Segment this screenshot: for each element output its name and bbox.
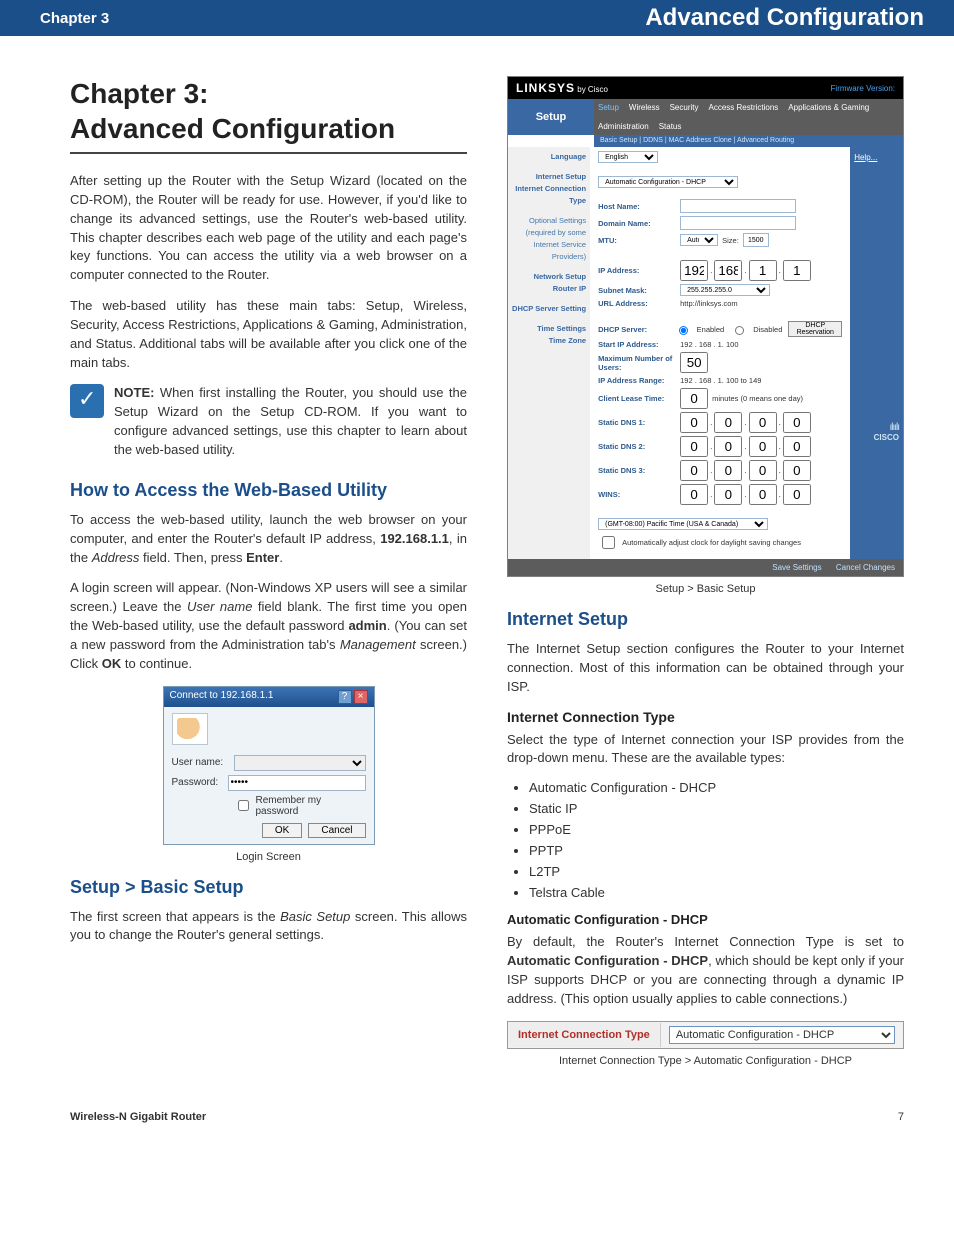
ict-snippet-select[interactable]: Automatic Configuration - DHCP bbox=[669, 1026, 895, 1044]
title-rule bbox=[70, 152, 467, 154]
tab-wireless[interactable]: Wireless bbox=[629, 103, 660, 112]
password-field[interactable] bbox=[228, 775, 366, 791]
help-link[interactable]: Help... bbox=[854, 153, 899, 162]
heading-internet-setup: Internet Setup bbox=[507, 609, 904, 630]
subnet-select[interactable]: 255.255.255.0 bbox=[680, 284, 770, 296]
router-caption: Setup > Basic Setup bbox=[507, 583, 904, 595]
list-item: Telstra Cable bbox=[529, 885, 904, 900]
check-icon bbox=[70, 384, 104, 418]
chapter-label: Chapter 3 bbox=[40, 10, 109, 27]
language-select[interactable]: English bbox=[598, 151, 658, 163]
ip-o2[interactable] bbox=[714, 260, 742, 281]
dhcp-disabled-radio[interactable] bbox=[735, 326, 744, 335]
note-box: NOTE: When first installing the Router, … bbox=[70, 384, 467, 459]
connection-type-list: Automatic Configuration - DHCP Static IP… bbox=[507, 780, 904, 900]
tab-panel-title: Setup bbox=[508, 99, 594, 135]
note-label: NOTE: bbox=[114, 385, 154, 400]
heading-ict: Internet Connection Type bbox=[507, 709, 904, 725]
dst-checkbox[interactable] bbox=[602, 536, 615, 549]
ip-o4[interactable] bbox=[783, 260, 811, 281]
chapter-header: Chapter 3 Advanced Configuration bbox=[0, 0, 954, 36]
heading-auto-dhcp: Automatic Configuration - DHCP bbox=[507, 912, 904, 927]
login-screenshot: Connect to 192.168.1.1 ? × User name: Pa… bbox=[163, 686, 375, 845]
intro-p2: The web-based utility has these main tab… bbox=[70, 297, 467, 372]
intro-p1: After setting up the Router with the Set… bbox=[70, 172, 467, 285]
help-icon[interactable]: ? bbox=[338, 690, 352, 704]
timezone-select[interactable]: (GMT-08:00) Pacific Time (USA & Canada) bbox=[598, 518, 768, 530]
internet-p1: The Internet Setup section configures th… bbox=[507, 640, 904, 697]
access-p1: To access the web-based utility, launch … bbox=[70, 511, 467, 568]
main-tabs: Setup Wireless Security Access Restricti… bbox=[594, 99, 903, 135]
router-screenshot: LINKSYS by Cisco Firmware Version: Setup… bbox=[507, 76, 904, 577]
cancel-button[interactable]: Cancel bbox=[308, 823, 365, 838]
ip-o1[interactable] bbox=[680, 260, 708, 281]
tab-security[interactable]: Security bbox=[670, 103, 699, 112]
remember-label: Remember my password bbox=[256, 795, 366, 817]
product-name: Wireless-N Gigabit Router bbox=[70, 1111, 206, 1123]
credential-icon bbox=[172, 713, 208, 745]
list-item: Automatic Configuration - DHCP bbox=[529, 780, 904, 795]
ip-o3[interactable] bbox=[749, 260, 777, 281]
side-labels: Language Internet Setup Internet Connect… bbox=[508, 147, 590, 559]
note-text: When first installing the Router, you sh… bbox=[114, 385, 467, 457]
ict-select[interactable]: Automatic Configuration - DHCP bbox=[598, 176, 738, 188]
access-p2: A login screen will appear. (Non-Windows… bbox=[70, 579, 467, 673]
help-panel: Help... ılıılı CISCO bbox=[850, 147, 903, 559]
page-number: 7 bbox=[898, 1111, 904, 1123]
tab-access[interactable]: Access Restrictions bbox=[708, 103, 778, 112]
dhcp-reservation-button[interactable]: DHCP Reservation bbox=[788, 321, 842, 337]
tab-status[interactable]: Status bbox=[659, 122, 682, 131]
ict-snippet: Internet Connection Type Automatic Confi… bbox=[507, 1021, 904, 1049]
username-label: User name: bbox=[172, 757, 230, 768]
sub-tabs[interactable]: Basic Setup | DDNS | MAC Address Clone |… bbox=[594, 135, 903, 147]
close-icon[interactable]: × bbox=[354, 690, 368, 704]
cancel-changes-button[interactable]: Cancel Changes bbox=[836, 563, 895, 572]
heading-access: How to Access the Web-Based Utility bbox=[70, 480, 467, 501]
section-label: Advanced Configuration bbox=[645, 4, 924, 32]
mtu-size-input[interactable] bbox=[743, 233, 769, 247]
tab-admin[interactable]: Administration bbox=[598, 122, 649, 131]
page-title: Chapter 3: Advanced Configuration bbox=[70, 76, 467, 146]
brand-logo: LINKSYS by Cisco bbox=[516, 81, 608, 95]
ict-snippet-label: Internet Connection Type bbox=[508, 1023, 661, 1047]
password-label: Password: bbox=[172, 777, 224, 788]
list-item: L2TP bbox=[529, 864, 904, 879]
mtu-select[interactable]: Auto bbox=[680, 234, 718, 246]
tab-setup[interactable]: Setup bbox=[598, 103, 619, 112]
remember-checkbox[interactable] bbox=[238, 800, 249, 811]
page-footer: Wireless-N Gigabit Router 7 bbox=[0, 1101, 954, 1143]
basic-p1: The first screen that appears is the Bas… bbox=[70, 908, 467, 946]
firmware-label: Firmware Version: bbox=[831, 84, 895, 93]
list-item: PPTP bbox=[529, 843, 904, 858]
heading-basic-setup: Setup > Basic Setup bbox=[70, 877, 467, 898]
tab-apps-gaming[interactable]: Applications & Gaming bbox=[788, 103, 869, 112]
max-users-input[interactable] bbox=[680, 352, 708, 373]
domainname-input[interactable] bbox=[680, 216, 796, 230]
list-item: PPPoE bbox=[529, 822, 904, 837]
ict-caption: Internet Connection Type > Automatic Con… bbox=[507, 1055, 904, 1067]
lease-input[interactable] bbox=[680, 388, 708, 409]
list-item: Static IP bbox=[529, 801, 904, 816]
hostname-input[interactable] bbox=[680, 199, 796, 213]
username-field[interactable] bbox=[234, 755, 366, 771]
auto-p1: By default, the Router's Internet Connec… bbox=[507, 933, 904, 1008]
login-caption: Login Screen bbox=[70, 851, 467, 863]
dhcp-enabled-radio[interactable] bbox=[679, 326, 688, 335]
save-settings-button[interactable]: Save Settings bbox=[772, 563, 821, 572]
ict-p1: Select the type of Internet connection y… bbox=[507, 731, 904, 769]
cisco-logo: ılıılı CISCO bbox=[854, 422, 899, 442]
url-value: http://linksys.com bbox=[680, 299, 738, 308]
login-title: Connect to 192.168.1.1 bbox=[170, 690, 274, 704]
ok-button[interactable]: OK bbox=[262, 823, 302, 838]
